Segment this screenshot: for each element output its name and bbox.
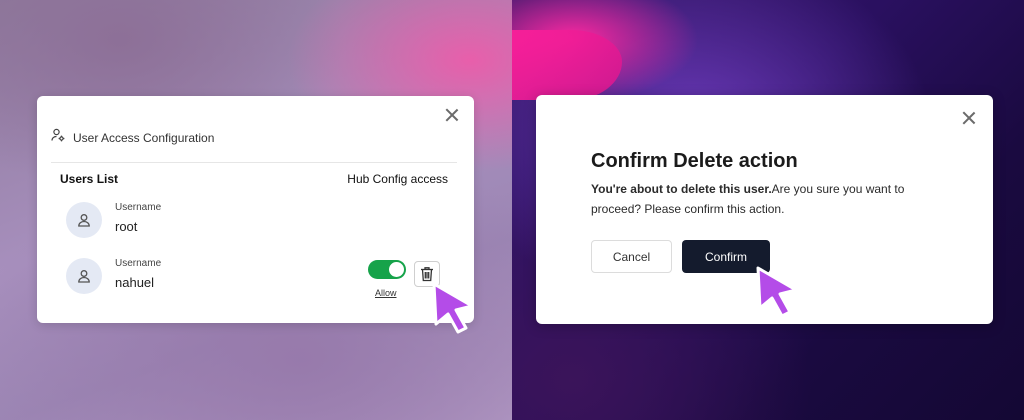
user-access-dialog: User Access Configuration Users List Hub… xyxy=(37,96,474,323)
confirm-message-bold: You're about to delete this user. xyxy=(591,182,772,196)
user-icon xyxy=(78,214,90,227)
dialog-title: User Access Configuration xyxy=(73,130,215,145)
username-value: root xyxy=(115,219,138,234)
close-icon[interactable] xyxy=(961,110,977,126)
avatar xyxy=(66,258,102,294)
avatar xyxy=(66,202,102,238)
hub-access-header: Hub Config access xyxy=(347,172,448,186)
toggle-knob xyxy=(389,262,404,277)
user-icon xyxy=(78,270,90,283)
username-label: Username xyxy=(115,258,162,269)
allow-link[interactable]: Allow xyxy=(375,288,397,298)
username-value: nahuel xyxy=(115,275,155,290)
dialog-title: Confirm Delete action xyxy=(591,150,798,172)
background-blob xyxy=(512,30,622,100)
close-icon[interactable] xyxy=(444,107,460,123)
divider xyxy=(51,162,457,163)
cursor-icon xyxy=(432,282,474,334)
confirm-message: You're about to delete this user.Are you… xyxy=(591,179,931,219)
user-row-root: Username root xyxy=(66,202,446,242)
dialog-header: User Access Configuration xyxy=(51,128,214,147)
user-settings-icon xyxy=(51,128,65,147)
hub-access-toggle[interactable] xyxy=(368,260,406,279)
username-label: Username xyxy=(115,202,162,213)
users-list-header: Users List xyxy=(60,172,119,186)
cancel-button[interactable]: Cancel xyxy=(591,240,672,273)
cursor-icon xyxy=(756,266,798,318)
